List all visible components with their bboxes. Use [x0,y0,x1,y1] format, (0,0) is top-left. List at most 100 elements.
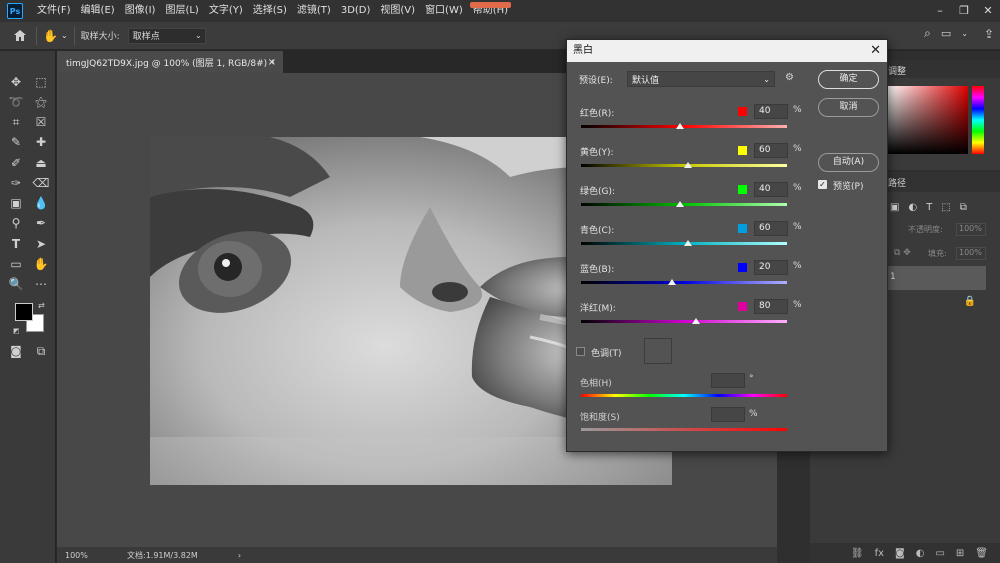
clone-stamp-tool-icon[interactable]: ⏏ [32,154,50,172]
channel-value-input[interactable]: 40 [754,182,788,197]
tint-color-swatch[interactable] [644,338,672,364]
close-window-button[interactable]: ✕ [976,0,1000,20]
hand-tool-icon[interactable]: ✋ [32,255,50,273]
dodge-tool-icon[interactable]: ⚲ [7,214,25,232]
auto-button[interactable]: 自动(A) [818,153,879,172]
saturation-input[interactable] [711,407,745,422]
history-brush-tool-icon[interactable]: ✑ [7,174,25,192]
ok-button[interactable]: 确定 [818,70,879,89]
foreground-color-swatch[interactable] [15,303,33,321]
quick-mask-icon[interactable]: ◙ [7,342,25,360]
tab-paths[interactable]: 路径 [888,176,906,189]
add-mask-icon[interactable]: ◙ [895,548,905,559]
menu-item[interactable]: 3D(D) [336,0,376,22]
channel-value-input[interactable]: 80 [754,299,788,314]
channel-slider-track[interactable] [581,281,787,284]
channel-slider-thumb[interactable] [667,279,676,285]
workspace-dropdown-icon[interactable]: ⌄ [961,29,968,38]
smart-filter-icon[interactable]: ⧉ [960,202,967,213]
marquee-tool-icon[interactable]: ⬚ [32,73,50,91]
hue-slider-track[interactable] [581,394,787,397]
menu-item[interactable]: 图层(L) [160,0,203,22]
fill-value[interactable]: 100% [956,247,986,260]
lasso-tool-icon[interactable]: ➰ [7,93,25,111]
menu-item[interactable]: 图像(I) [120,0,161,22]
layer-row-background[interactable]: 🔒 [886,292,986,316]
close-tab-icon[interactable]: × [268,57,276,68]
shape-filter-icon[interactable]: ⬚ [941,202,950,213]
channel-value-input[interactable]: 40 [754,104,788,119]
default-colors-icon[interactable]: ◩ [13,327,20,335]
cancel-button[interactable]: 取消 [818,98,879,117]
home-icon[interactable] [10,26,30,46]
magic-wand-tool-icon[interactable]: ⚝ [32,93,50,111]
dialog-title-bar[interactable]: 黑白 ✕ [567,40,887,62]
frame-tool-icon[interactable]: ☒ [32,113,50,131]
healing-brush-tool-icon[interactable]: ✚ [32,133,50,151]
hue-input[interactable] [711,373,745,388]
screen-mode-icon[interactable]: ⧉ [32,342,50,360]
gradient-tool-icon[interactable]: ▣ [7,194,25,212]
document-tab[interactable]: timgJQ62TD9X.jpg @ 100% (图层 1, RGB/8#) *… [57,51,283,73]
channel-slider-thumb[interactable] [684,162,693,168]
type-tool-icon[interactable]: T [7,235,25,253]
channel-slider-thumb[interactable] [692,318,701,324]
zoom-level[interactable]: 100% [65,551,115,560]
link-layers-icon[interactable]: ⛓ [851,548,864,559]
layer-row-active[interactable]: 1 [886,266,986,290]
eyedropper-tool-preset-icon[interactable]: ✋ ⌄ [43,29,68,43]
move-tool-icon[interactable]: ✥ [7,73,25,91]
trash-icon[interactable]: 🗑 [975,548,988,559]
dialog-close-icon[interactable]: ✕ [870,40,881,62]
opacity-value[interactable]: 100% [956,223,986,236]
path-selection-tool-icon[interactable]: ➤ [32,235,50,253]
lock-icons[interactable]: ⧉ ✥ [894,248,911,258]
menu-item[interactable]: 编辑(E) [76,0,120,22]
saturation-slider-track[interactable] [581,428,787,431]
channel-slider-track[interactable] [581,320,787,323]
blur-tool-icon[interactable]: 💧 [32,194,50,212]
eyedropper-tool-icon[interactable]: ✎ [7,133,25,151]
tint-checkbox[interactable] [576,347,585,356]
channel-slider-track[interactable] [581,203,787,206]
channel-slider-thumb[interactable] [675,201,684,207]
restore-button[interactable]: ❐ [952,0,976,20]
channel-value-input[interactable]: 60 [754,221,788,236]
menu-item[interactable]: 滤镜(T) [292,0,336,22]
menu-item[interactable]: 文字(Y) [204,0,248,22]
channel-slider-thumb[interactable] [684,240,693,246]
menu-item[interactable]: 选择(S) [248,0,292,22]
crop-tool-icon[interactable]: ⌗ [7,113,25,131]
new-layer-icon[interactable]: ⊞ [956,548,964,559]
preview-checkbox[interactable]: ✓ [818,180,827,189]
hue-slider[interactable] [972,86,984,154]
tab-adjustments[interactable]: 调整 [888,64,906,77]
adjustment-filter-icon[interactable]: ◐ [908,202,917,213]
eraser-tool-icon[interactable]: ⌫ [32,174,50,192]
adjustment-layer-icon[interactable]: ◐ [916,548,925,559]
menu-item[interactable]: 窗口(W) [420,0,468,22]
menu-item[interactable]: 视图(V) [375,0,420,22]
pen-tool-icon[interactable]: ✒ [32,214,50,232]
more-tools-icon[interactable]: ⋯ [32,275,50,293]
color-field[interactable] [888,86,968,154]
swap-colors-icon[interactable]: ⇄ [38,301,45,310]
preset-select[interactable]: 默认值 ⌄ [627,71,775,87]
type-filter-icon[interactable]: T [926,202,932,213]
channel-slider-thumb[interactable] [675,123,684,129]
preset-options-gear-icon[interactable]: ⚙ [785,72,794,83]
group-icon[interactable]: ▭ [935,548,944,559]
menu-item[interactable]: 文件(F) [32,0,76,22]
image-filter-icon[interactable]: ▣ [890,202,899,213]
zoom-tool-icon[interactable]: 🔍 [7,275,25,293]
fx-icon[interactable]: fx [875,548,884,559]
workspace-icon[interactable]: ▭ [941,27,951,40]
channel-value-input[interactable]: 20 [754,260,788,275]
status-arrow-icon[interactable]: › [238,551,241,560]
channel-value-input[interactable]: 60 [754,143,788,158]
menu-item[interactable]: 帮助(H) [468,0,513,22]
sample-size-select[interactable]: 取样点 ⌄ [127,27,206,44]
search-icon[interactable]: ⌕ [924,26,931,41]
share-icon[interactable]: ⇪ [984,27,994,41]
channel-slider-track[interactable] [581,125,787,128]
